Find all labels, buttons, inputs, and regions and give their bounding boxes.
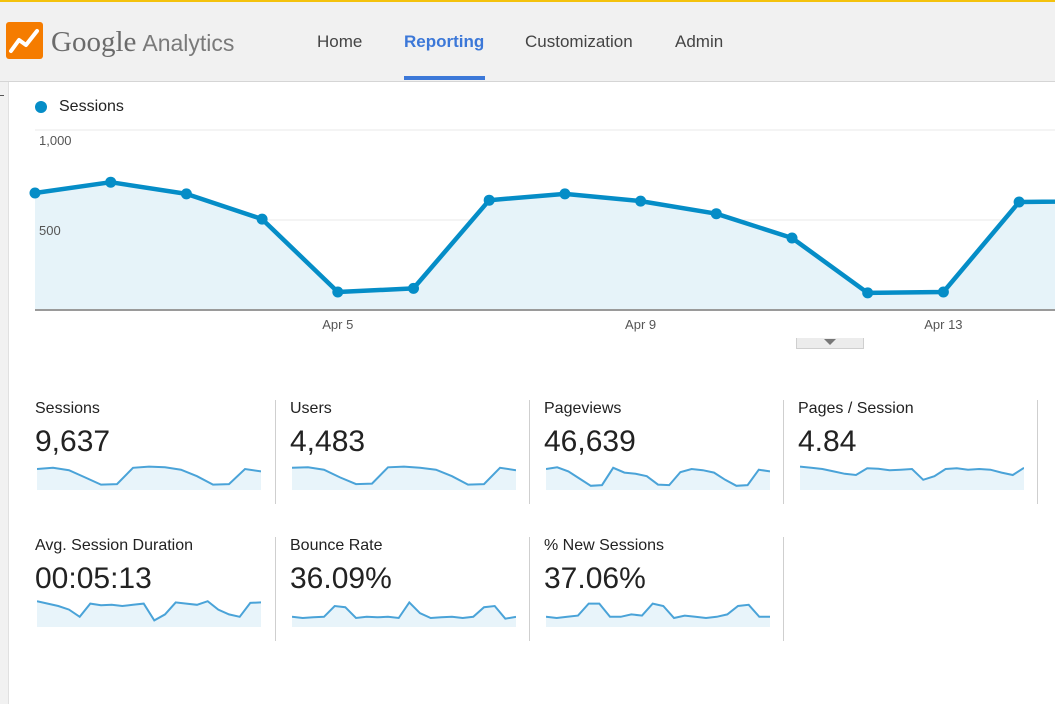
metric-value: 4,483 <box>290 425 366 458</box>
metric-separator-edge <box>783 537 785 641</box>
metric-label: Bounce Rate <box>290 537 383 554</box>
data-point[interactable] <box>408 282 419 294</box>
data-point[interactable] <box>483 194 495 206</box>
metric-value: 00:05:13 <box>35 562 152 595</box>
metric-label: Avg. Session Duration <box>35 537 194 554</box>
chart-expand-toggle[interactable] <box>796 338 864 349</box>
metric-label: Sessions <box>35 400 100 417</box>
app-header: Google Analytics Home Reporting Customiza… <box>0 2 1055 82</box>
metric-value: 4.84 <box>798 425 857 458</box>
metric-sparkline <box>292 600 516 627</box>
metric-value: 46,639 <box>544 425 636 458</box>
metric-value: 9,637 <box>35 425 111 458</box>
y-tick-label: 500 <box>39 223 61 238</box>
nav-home[interactable]: Home <box>317 32 362 52</box>
metric-pages-per-session[interactable]: Pages / Session 4.84 <box>783 400 1038 504</box>
metric-users[interactable]: Users 4,483 <box>275 400 530 504</box>
metric-sparkline <box>37 465 261 490</box>
metric-label: % New Sessions <box>544 537 665 554</box>
data-point[interactable] <box>635 195 647 207</box>
metric-label: Users <box>290 400 332 417</box>
sidebar-toggle-mark[interactable] <box>0 95 4 96</box>
metric-label: Pages / Session <box>798 400 914 417</box>
metric-pageviews[interactable]: Pageviews 46,639 <box>529 400 784 504</box>
metric-value: 36.09% <box>290 562 392 595</box>
data-point[interactable] <box>937 286 949 298</box>
data-point[interactable] <box>862 287 874 299</box>
google-analytics-logo-icon[interactable] <box>6 22 43 59</box>
active-tab-indicator <box>404 76 485 80</box>
data-point[interactable] <box>105 176 117 188</box>
data-point[interactable] <box>29 187 41 199</box>
nav-reporting[interactable]: Reporting <box>404 32 484 52</box>
metric-sparkline <box>292 465 516 490</box>
data-point[interactable] <box>180 188 192 200</box>
legend-series-dot <box>35 101 47 113</box>
metric-label: Pageviews <box>544 400 622 417</box>
metric-sessions[interactable]: Sessions 9,637 <box>35 400 275 504</box>
metric-separator-edge <box>1037 400 1054 504</box>
metric-avg-session-duration[interactable]: Avg. Session Duration 00:05:13 <box>35 537 275 641</box>
data-point[interactable] <box>256 213 268 225</box>
data-point[interactable] <box>786 232 798 244</box>
data-point[interactable] <box>332 286 344 298</box>
data-point[interactable] <box>559 188 571 200</box>
logo-product-text: Analytics <box>142 30 235 56</box>
y-tick-label: 1,000 <box>39 133 72 148</box>
sessions-line-chart[interactable]: 1,000 500 Apr 5 Apr 9 Apr 13 <box>0 120 1055 335</box>
data-point[interactable] <box>1013 196 1025 208</box>
x-tick-label: Apr 13 <box>924 317 962 332</box>
metric-sparkline <box>546 602 770 627</box>
x-tick-label: Apr 9 <box>625 317 656 332</box>
chart-legend[interactable]: Sessions <box>35 98 124 116</box>
product-wordmark[interactable]: Google Analytics <box>51 26 234 59</box>
metric-sparkline <box>546 466 770 490</box>
nav-customization[interactable]: Customization <box>525 32 633 52</box>
data-point[interactable] <box>710 208 722 220</box>
metric-sparkline <box>37 600 261 627</box>
metric-sparkline <box>800 465 1024 490</box>
x-tick-label: Apr 5 <box>322 317 353 332</box>
nav-admin[interactable]: Admin <box>675 32 723 52</box>
metric-bounce-rate[interactable]: Bounce Rate 36.09% <box>275 537 530 641</box>
logo-brand-text: Google <box>51 26 137 58</box>
chevron-down-icon <box>824 339 836 345</box>
metric-new-sessions[interactable]: % New Sessions 37.06% <box>529 537 784 641</box>
metric-value: 37.06% <box>544 562 646 595</box>
legend-series-label: Sessions <box>59 98 124 115</box>
